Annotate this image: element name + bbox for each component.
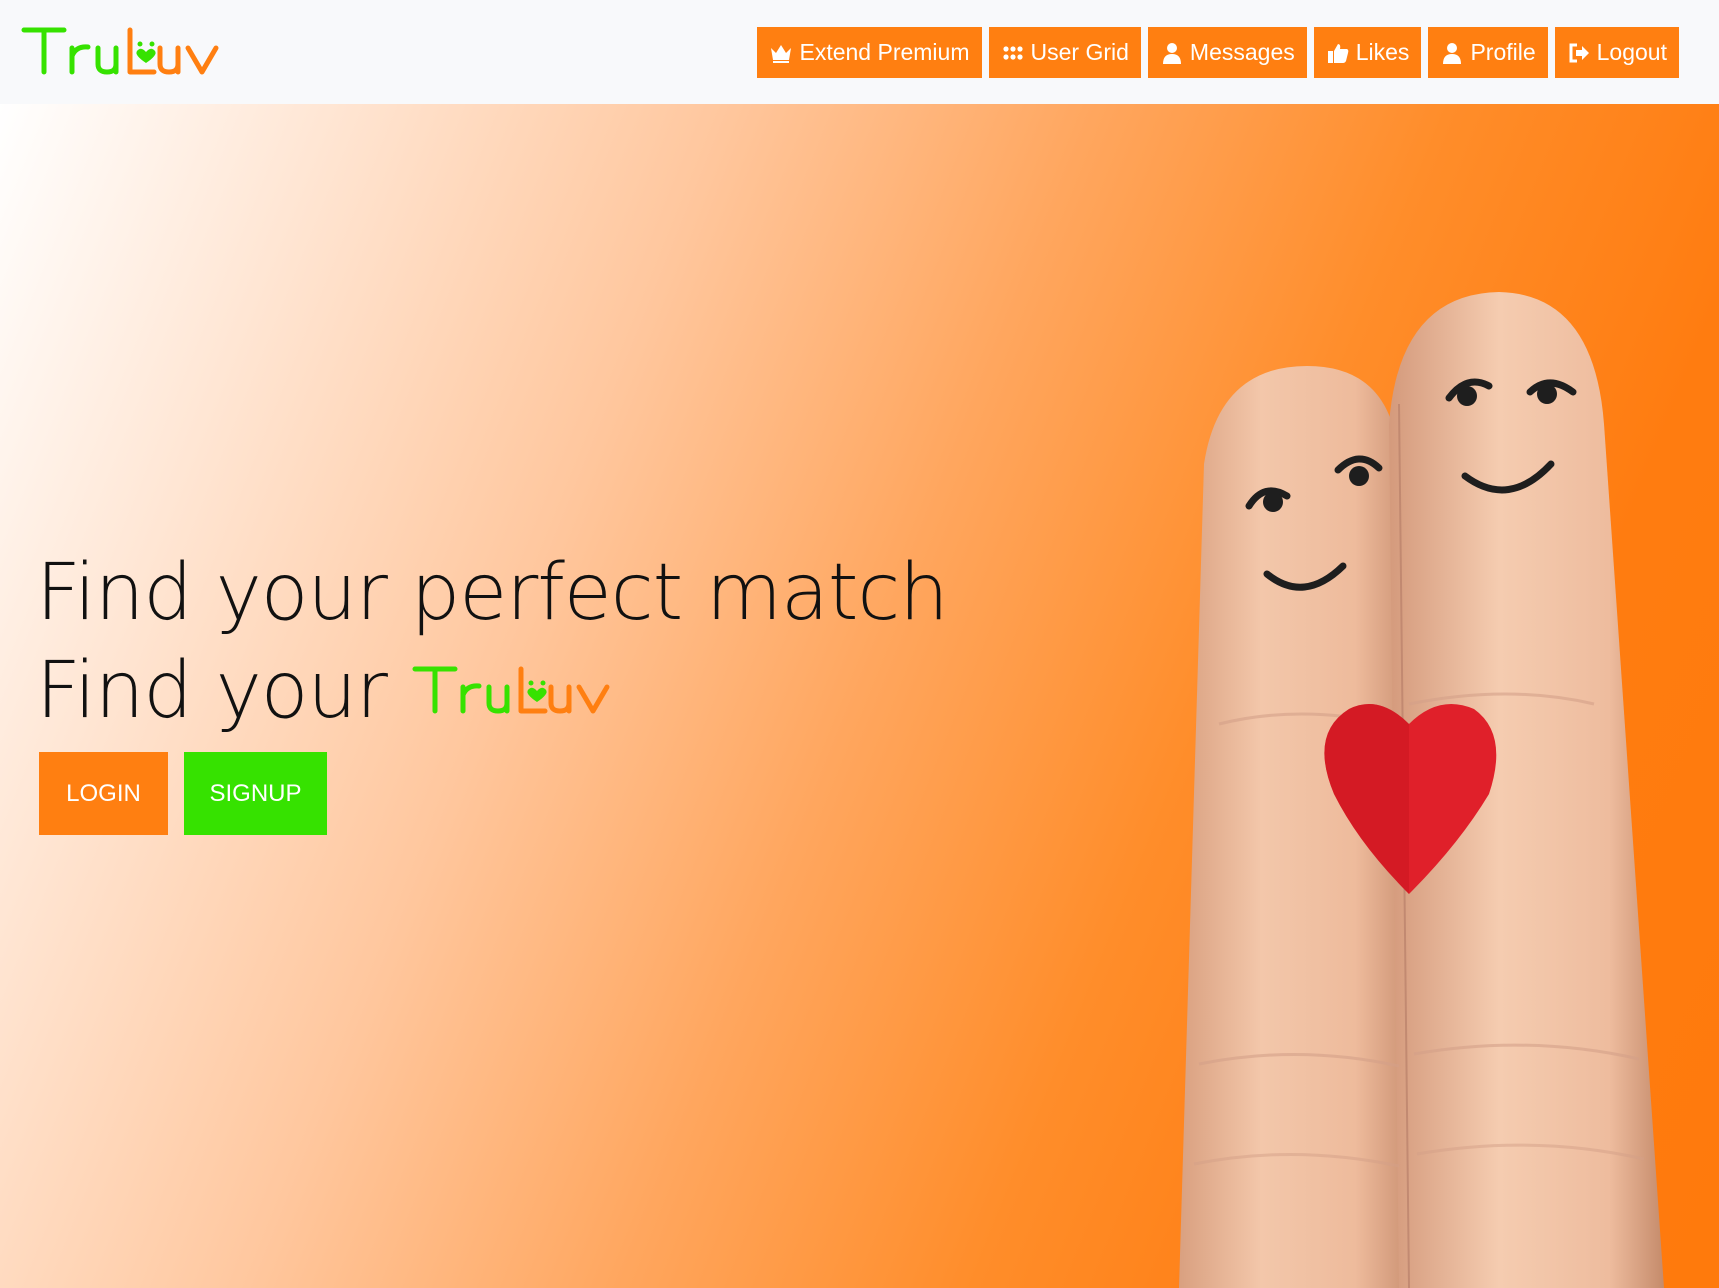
profile-label: Profile xyxy=(1470,39,1536,65)
sign-out-icon xyxy=(1567,41,1591,65)
user-icon xyxy=(1440,41,1464,65)
user-icon xyxy=(1160,41,1184,65)
extend-premium-button[interactable]: Extend Premium xyxy=(757,27,982,78)
messages-label: Messages xyxy=(1189,39,1295,65)
logo[interactable] xyxy=(20,22,245,82)
user-grid-button[interactable]: User Grid xyxy=(988,27,1141,78)
signup-button[interactable]: SIGNUP xyxy=(184,752,327,835)
login-button[interactable]: LOGIN xyxy=(39,752,168,835)
user-grid-label: User Grid xyxy=(1030,39,1129,65)
headline-line-2-text: Find your xyxy=(36,646,388,736)
headline-line-2: Find your xyxy=(36,642,948,740)
headline-line-1: Find your perfect match xyxy=(36,548,949,638)
logout-label: Logout xyxy=(1596,39,1667,65)
messages-button[interactable]: Messages xyxy=(1147,27,1307,78)
crown-icon xyxy=(769,41,793,65)
nav-menu: Extend Premium User Grid Messages Likes xyxy=(757,27,1679,78)
hero-logo xyxy=(411,659,636,723)
thumbs-up-icon xyxy=(1326,41,1350,65)
cta-buttons: LOGIN SIGNUP xyxy=(39,752,327,835)
hero-section: Find your perfect match Find your LOGIN … xyxy=(0,104,1719,1288)
profile-button[interactable]: Profile xyxy=(1428,27,1548,78)
grid-icon xyxy=(1001,41,1025,65)
extend-premium-label: Extend Premium xyxy=(799,39,970,65)
hero-headline: Find your perfect match Find your xyxy=(36,544,949,740)
likes-button[interactable]: Likes xyxy=(1313,27,1422,78)
hero-image xyxy=(1179,292,1664,1288)
logout-button[interactable]: Logout xyxy=(1554,27,1679,78)
navbar: Extend Premium User Grid Messages Likes xyxy=(0,0,1719,104)
likes-label: Likes xyxy=(1355,39,1410,65)
